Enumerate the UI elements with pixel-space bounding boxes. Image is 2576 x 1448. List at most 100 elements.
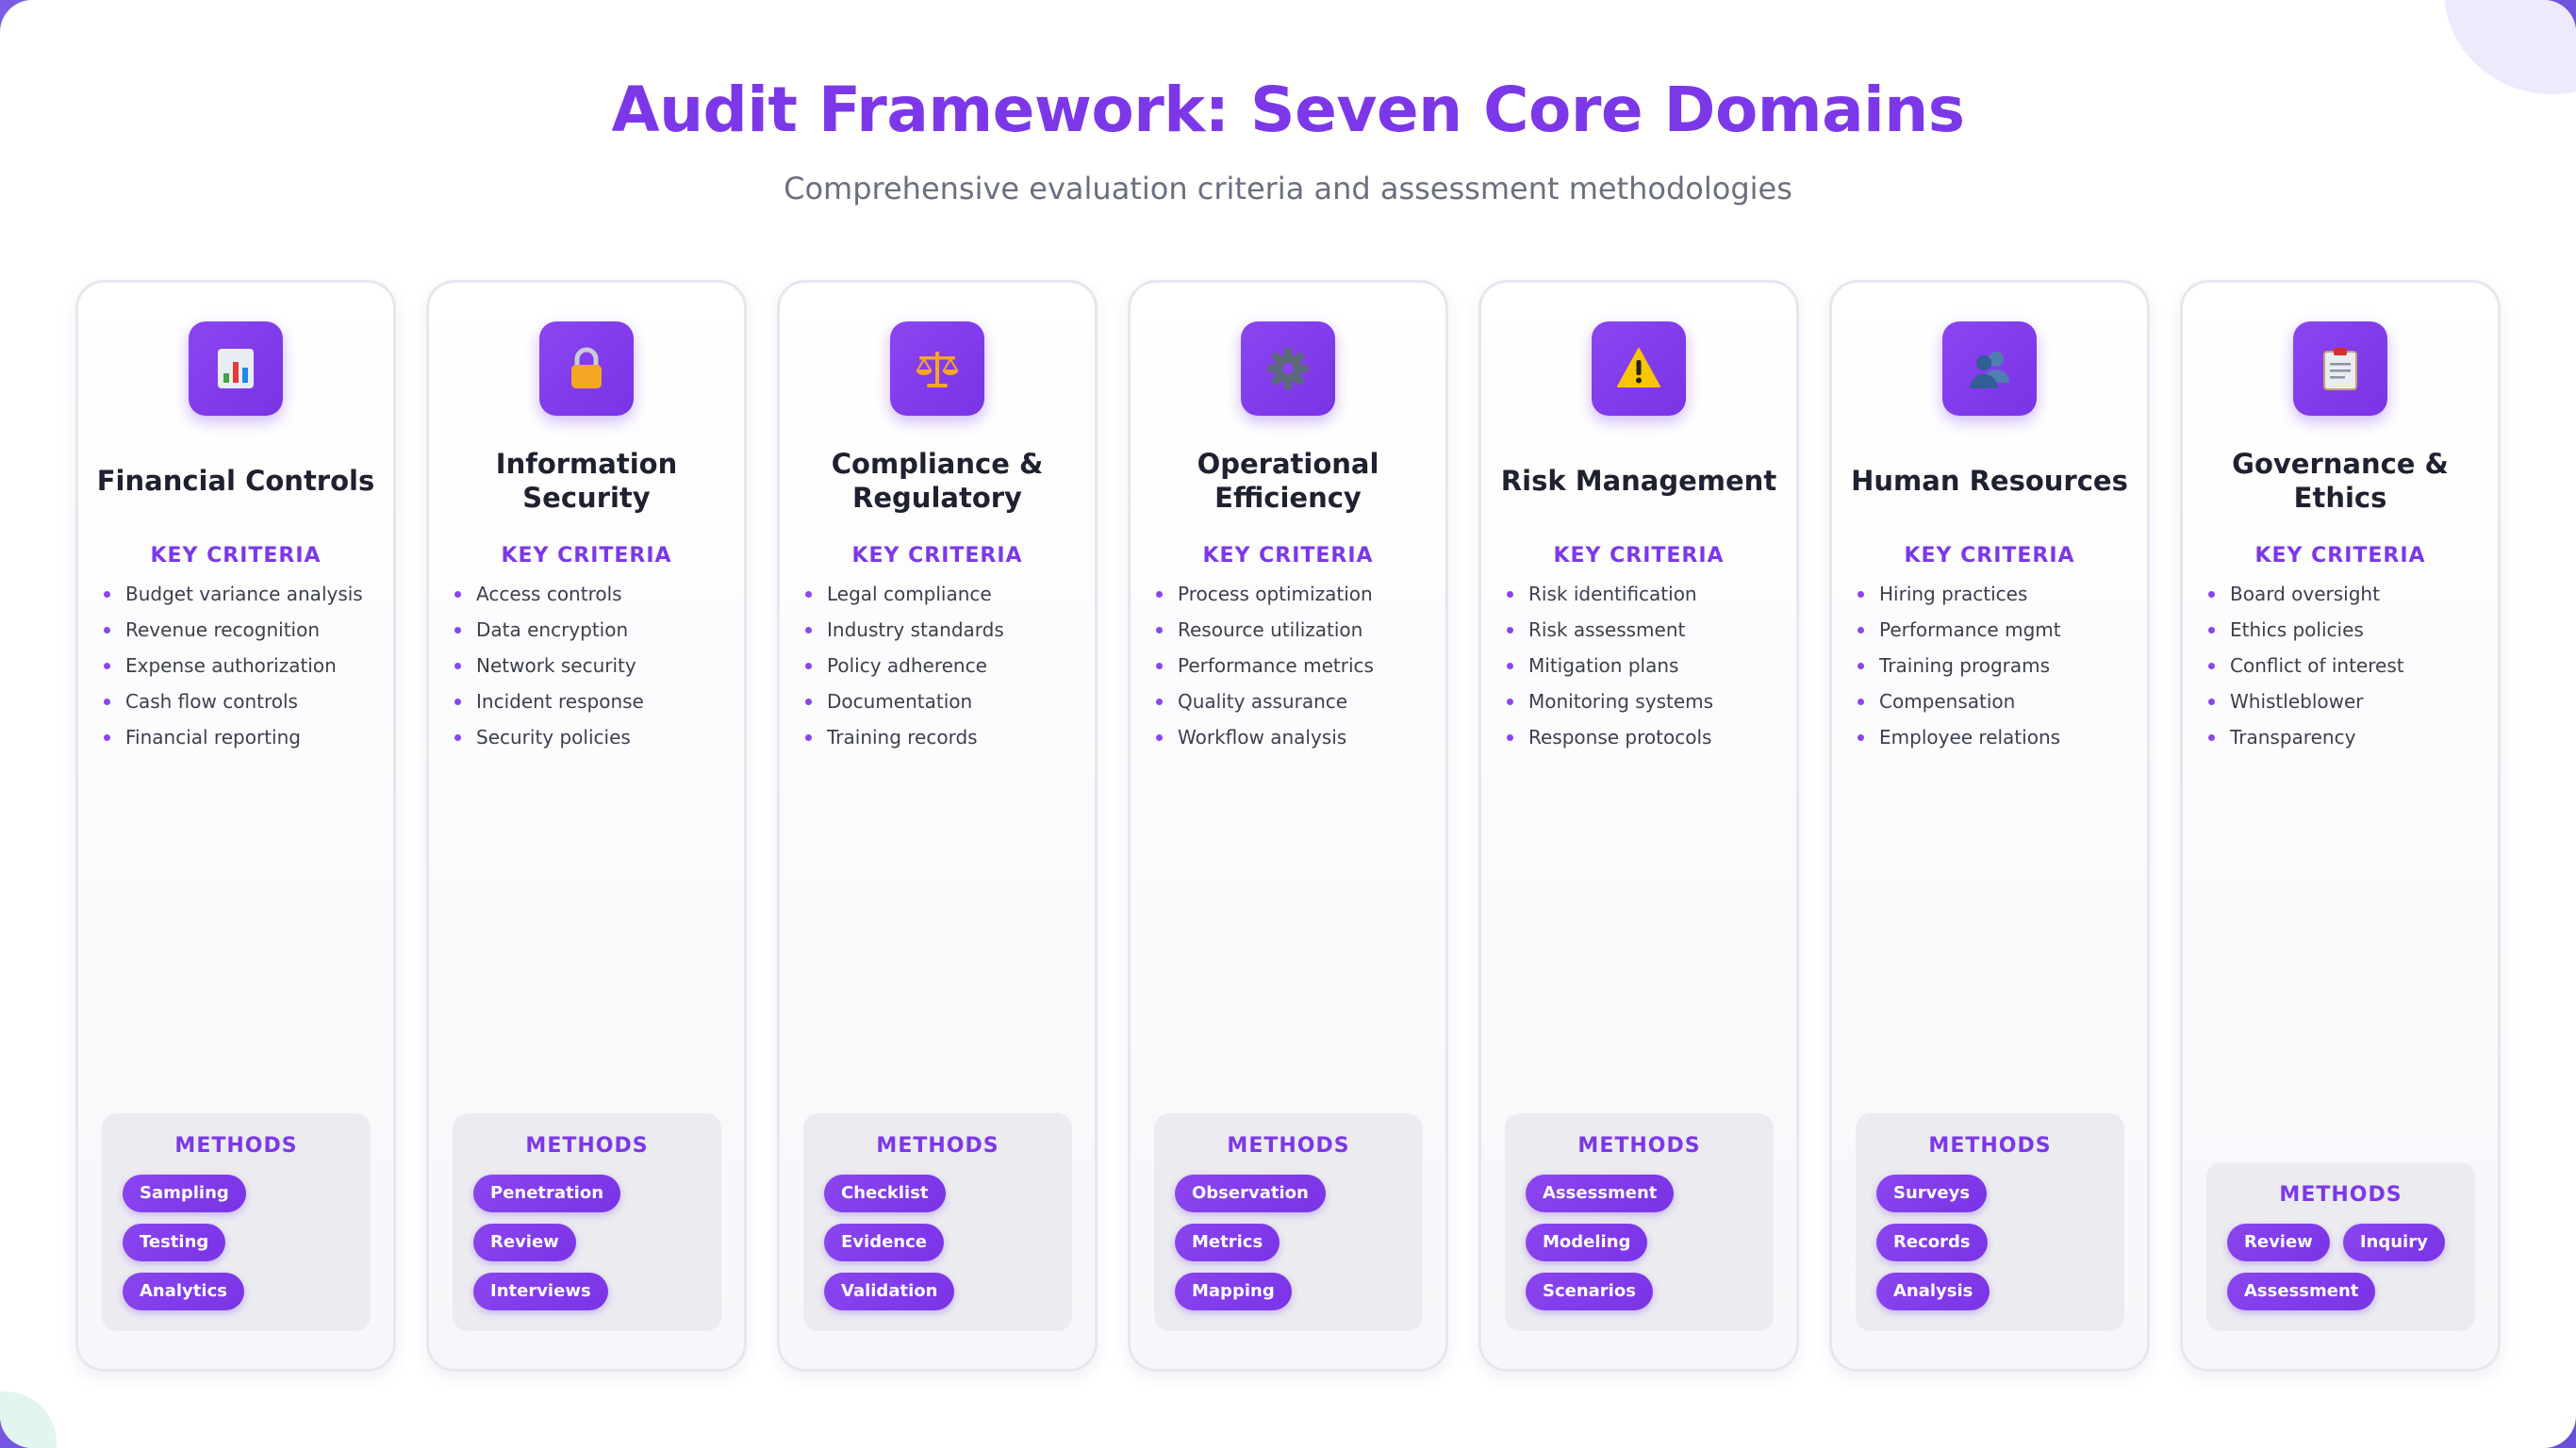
domain-cards: Financial Controls KEY CRITERIA Budget var… <box>75 280 2501 1372</box>
criteria-list: Budget variance analysis Revenue recognit… <box>103 581 386 760</box>
criteria-item: Data encryption <box>454 617 736 652</box>
criteria-item: Documentation <box>804 688 1087 724</box>
method-tag: Metrics <box>1175 1224 1280 1261</box>
methods-heading: METHODS <box>1577 1134 1701 1158</box>
method-tags: Sampling Testing Analytics <box>102 1158 371 1331</box>
domain-card-operational-efficiency: Operational Efficiency KEY CRITERIA Proces… <box>1128 280 1448 1372</box>
method-tag: Mapping <box>1175 1273 1292 1310</box>
card-title: Human Resources <box>1851 465 2128 497</box>
method-tags: Assessment Modeling Scenarios <box>1505 1158 1774 1331</box>
criteria-item: Process optimization <box>1155 581 1438 617</box>
criteria-item: Employee relations <box>1857 724 2139 760</box>
method-tag: Inquiry <box>2342 1224 2445 1261</box>
method-tag: Surveys <box>1876 1175 1988 1212</box>
key-criteria-heading: KEY CRITERIA <box>851 544 1023 568</box>
people-icon <box>1942 321 2037 416</box>
criteria-list: Risk identification Risk assessment Mitiga… <box>1506 581 1789 760</box>
method-tag: Modeling <box>1526 1224 1648 1261</box>
methods-heading: METHODS <box>2279 1183 2403 1207</box>
criteria-item: Training programs <box>1857 652 2139 688</box>
bar-chart-icon <box>189 321 283 416</box>
criteria-item: Ethics policies <box>2207 617 2490 652</box>
domain-card-governance-and-ethics: Governance & Ethics KEY CRITERIA Board ove… <box>2180 280 2501 1372</box>
criteria-list: Board oversight Ethics policies Conflict o… <box>2207 581 2490 760</box>
card-title: Information Security <box>495 448 678 514</box>
criteria-item: Performance mgmt <box>1857 617 2139 652</box>
card-title: Compliance & Regulatory <box>831 448 1044 514</box>
methods-panel: METHODS Assessment Modeling Scenarios <box>1505 1113 1774 1331</box>
criteria-item: Network security <box>454 652 736 688</box>
key-criteria-heading: KEY CRITERIA <box>2254 544 2426 568</box>
key-criteria-heading: KEY CRITERIA <box>1904 544 2075 568</box>
criteria-item: Monitoring systems <box>1506 688 1789 724</box>
criteria-item: Whistleblower <box>2207 688 2490 724</box>
method-tag: Review <box>473 1224 576 1261</box>
criteria-item: Mitigation plans <box>1506 652 1789 688</box>
criteria-item: Legal compliance <box>804 581 1087 617</box>
criteria-item: Compensation <box>1857 688 2139 724</box>
criteria-item: Risk assessment <box>1506 617 1789 652</box>
criteria-list: Process optimization Resource utilization… <box>1155 581 1438 760</box>
card-title: Governance & Ethics <box>2232 448 2449 514</box>
criteria-item: Budget variance analysis <box>103 581 386 617</box>
key-criteria-heading: KEY CRITERIA <box>501 544 672 568</box>
method-tag: Testing <box>123 1224 226 1261</box>
domain-card-compliance-and-regulatory: Compliance & Regulatory KEY CRITERIA Legal… <box>777 280 1098 1372</box>
criteria-item: Resource utilization <box>1155 617 1438 652</box>
criteria-item: Hiring practices <box>1857 581 2139 617</box>
methods-panel: METHODS Review Inquiry Assessment <box>2206 1162 2475 1331</box>
method-tag: Interviews <box>473 1273 608 1310</box>
criteria-item: Industry standards <box>804 617 1087 652</box>
methods-heading: METHODS <box>1928 1134 2052 1158</box>
methods-panel: METHODS Surveys Records Analysis <box>1856 1113 2124 1331</box>
card-title: Risk Management <box>1500 465 1777 497</box>
criteria-item: Conflict of interest <box>2207 652 2490 688</box>
criteria-item: Expense authorization <box>103 652 386 688</box>
methods-panel: METHODS Sampling Testing Analytics <box>102 1113 371 1331</box>
method-tag: Records <box>1876 1224 1988 1261</box>
scales-icon <box>890 321 984 416</box>
criteria-item: Access controls <box>454 581 736 617</box>
criteria-item: Security policies <box>454 724 736 760</box>
criteria-item: Policy adherence <box>804 652 1087 688</box>
key-criteria-heading: KEY CRITERIA <box>150 544 322 568</box>
page-title: Audit Framework: Seven Core Domains <box>611 74 1965 146</box>
card-title: Operational Efficiency <box>1197 448 1379 514</box>
criteria-item: Transparency <box>2207 724 2490 760</box>
key-criteria-heading: KEY CRITERIA <box>1202 544 1374 568</box>
method-tag: Sampling <box>123 1175 246 1212</box>
criteria-item: Training records <box>804 724 1087 760</box>
page-subtitle: Comprehensive evaluation criteria and as… <box>784 171 1792 206</box>
criteria-list: Hiring practices Performance mgmt Training… <box>1857 581 2139 760</box>
method-tag: Analytics <box>123 1273 244 1310</box>
methods-panel: METHODS Checklist Evidence Validation <box>803 1113 1072 1331</box>
criteria-item: Financial reporting <box>103 724 386 760</box>
methods-heading: METHODS <box>525 1134 649 1158</box>
warning-icon <box>1592 321 1686 416</box>
method-tag: Assessment <box>2227 1273 2376 1310</box>
methods-panel: METHODS Penetration Review Interviews <box>453 1113 721 1331</box>
method-tags: Observation Metrics Mapping <box>1154 1158 1423 1331</box>
method-tags: Penetration Review Interviews <box>453 1158 721 1331</box>
key-criteria-heading: KEY CRITERIA <box>1553 544 1725 568</box>
criteria-list: Legal compliance Industry standards Policy… <box>804 581 1087 760</box>
criteria-item: Risk identification <box>1506 581 1789 617</box>
card-title: Financial Controls <box>96 465 375 497</box>
slide: Audit Framework: Seven Core Domains Comp… <box>0 0 2576 1448</box>
method-tags: Review Inquiry Assessment <box>2206 1207 2475 1331</box>
domain-card-information-security: Information Security KEY CRITERIA Access c… <box>426 280 747 1372</box>
method-tag: Evidence <box>824 1224 944 1261</box>
criteria-item: Cash flow controls <box>103 688 386 724</box>
methods-heading: METHODS <box>1227 1134 1350 1158</box>
methods-heading: METHODS <box>876 1134 999 1158</box>
criteria-item: Response protocols <box>1506 724 1789 760</box>
method-tag: Scenarios <box>1526 1273 1653 1310</box>
decorative-circle <box>0 1391 57 1448</box>
criteria-item: Revenue recognition <box>103 617 386 652</box>
method-tag: Validation <box>824 1273 955 1310</box>
criteria-list: Access controls Data encryption Network se… <box>454 581 736 760</box>
domain-card-financial-controls: Financial Controls KEY CRITERIA Budget var… <box>75 280 396 1372</box>
criteria-item: Quality assurance <box>1155 688 1438 724</box>
method-tag: Assessment <box>1526 1175 1675 1212</box>
gear-icon <box>1241 321 1335 416</box>
